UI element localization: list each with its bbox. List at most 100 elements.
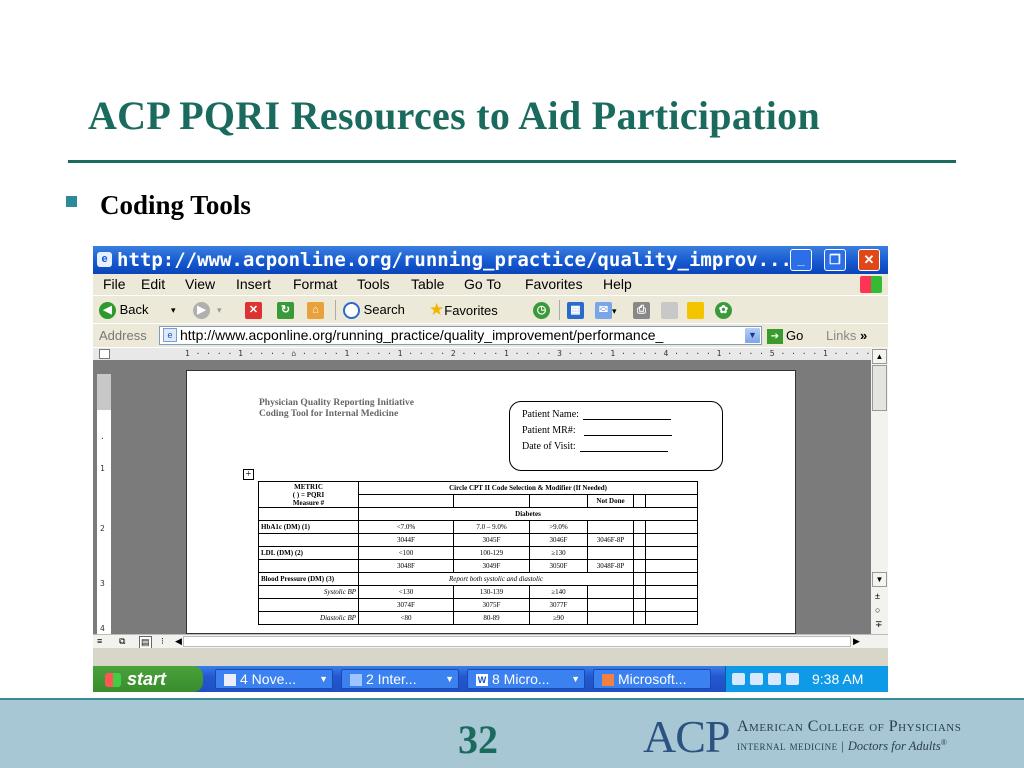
table-cell: 3050F — [529, 559, 588, 573]
normal-view-icon[interactable]: ≡ — [97, 636, 102, 646]
go-arrow-icon: ➔ — [767, 329, 783, 345]
page-icon: e — [163, 328, 177, 342]
go-button[interactable]: ➔ Go — [767, 328, 803, 345]
table-cell: 3046F-8P — [587, 533, 634, 547]
favorites-button[interactable]: ★Favorites — [429, 300, 498, 320]
taskbar-item-powerpoint[interactable]: Microsoft... — [593, 669, 711, 689]
close-button[interactable]: ✕ — [858, 249, 880, 271]
menu-file[interactable]: File — [103, 276, 126, 292]
ldl-label: LDL (DM) (2) — [258, 546, 359, 560]
menu-edit[interactable]: Edit — [141, 276, 165, 292]
scroll-thumb[interactable] — [872, 365, 887, 411]
document-area: · 1 2 3 4 Physician Quality Reporting In… — [93, 360, 871, 634]
home-button[interactable]: ⌂ — [307, 300, 324, 320]
refresh-button[interactable]: ↻ — [277, 300, 294, 320]
task-label: Microsoft... — [618, 671, 687, 687]
menu-view[interactable]: View — [185, 276, 215, 292]
scroll-down-button[interactable]: ▼ — [872, 572, 887, 587]
powerpoint-icon — [602, 674, 614, 687]
discuss-button[interactable] — [687, 300, 704, 320]
links-button[interactable]: Links » — [826, 328, 867, 343]
outline-view-icon[interactable]: ⁝ — [161, 636, 164, 647]
document-page[interactable]: Physician Quality Reporting Initiative C… — [186, 370, 796, 634]
menu-table[interactable]: Table — [411, 276, 444, 292]
back-button[interactable]: ◀ Back — [99, 300, 149, 320]
menu-format[interactable]: Format — [293, 276, 337, 292]
horizontal-scrollbar[interactable] — [183, 636, 851, 647]
history-button[interactable]: ◷ — [533, 300, 550, 320]
table-cell: 3048F-8P — [587, 559, 634, 573]
print-button[interactable]: ⎙ — [633, 300, 650, 320]
patient-mr-label: Patient MR#: — [522, 425, 576, 436]
tray-icon[interactable] — [732, 673, 745, 685]
taskbar-item-folders[interactable]: 4 Nove... ▼ — [215, 669, 333, 689]
tab-selector[interactable] — [99, 349, 110, 359]
clock[interactable]: 9:38 AM — [812, 666, 863, 692]
coding-table: METRIC( ) = PQRI Measure # Circle CPT II … — [258, 481, 698, 625]
scroll-right-button[interactable]: ▶ — [853, 636, 860, 647]
tray-icon[interactable] — [750, 673, 763, 685]
mail-button[interactable]: ✉ ▾ — [595, 300, 617, 320]
acp-logo: ACP — [643, 711, 730, 762]
ruler-marks: 1 · · · · 1 · · · · ⌂ · · · · 1 · · · · … — [185, 349, 888, 358]
select-browse-object-icon[interactable]: ○ — [875, 605, 880, 615]
search-button[interactable]: Search — [343, 300, 405, 320]
acp-tagline: internal medicine | Doctors for Adults® — [737, 738, 947, 754]
slide-title: ACP PQRI Resources to Aid Participation — [88, 93, 821, 138]
tagline-separator: | — [841, 739, 845, 754]
prev-page-icon[interactable]: ± — [875, 591, 880, 601]
menu-favorites[interactable]: Favorites — [525, 276, 583, 292]
links-more-icon: » — [859, 328, 868, 343]
table-move-handle-icon[interactable]: + — [243, 469, 254, 480]
stop-button[interactable]: ✕ — [245, 300, 262, 320]
hba1c-label: HbA1c (DM) (1) — [258, 520, 359, 534]
media-button[interactable]: ▦ — [567, 300, 584, 320]
slide-footer: 32 ACP American College of Physicians in… — [0, 698, 1024, 768]
bullet-coding-tools: Coding Tools — [100, 190, 251, 220]
circle-cpt-header: Circle CPT II Code Selection & Modifier … — [358, 481, 698, 495]
restore-button[interactable]: ❐ — [824, 249, 846, 271]
edit-button[interactable] — [661, 300, 678, 320]
taskbar-item-word[interactable]: W8 Micro... ▼ — [467, 669, 585, 689]
scroll-up-button[interactable]: ▲ — [872, 349, 887, 364]
address-field[interactable]: e http://www.acponline.org/running_pract… — [159, 326, 762, 345]
search-icon — [343, 302, 360, 320]
search-label: Search — [363, 302, 405, 317]
registered-mark: ® — [940, 738, 948, 747]
ie-icon — [350, 674, 362, 687]
minimize-button[interactable]: _ — [790, 249, 812, 271]
media-icon: ▦ — [567, 302, 584, 320]
vertical-scrollbar[interactable]: ▲ ▼ ± ○ ∓ — [871, 347, 888, 634]
not-done-header: Not Done — [587, 494, 634, 508]
web-layout-view-icon[interactable]: ⧉ — [119, 636, 125, 647]
menu-help[interactable]: Help — [603, 276, 632, 292]
menu-insert[interactable]: Insert — [236, 276, 271, 292]
table-cell: 3077F — [529, 598, 588, 612]
forward-button[interactable]: ▶ — [193, 300, 210, 320]
table-cell: 7.0 – 9.0% — [453, 520, 530, 534]
task-label: 2 Inter... — [366, 671, 417, 687]
messenger-button[interactable]: ✿ — [715, 300, 732, 320]
scroll-left-button[interactable]: ◀ — [175, 636, 182, 647]
word-icon: W — [476, 674, 488, 687]
next-page-icon[interactable]: ∓ — [875, 619, 883, 630]
back-label: Back — [119, 302, 149, 317]
acp-name: American College of Physicians — [737, 718, 962, 735]
edit-icon — [661, 302, 678, 320]
patient-name-label: Patient Name: — [522, 409, 579, 420]
tray-icon[interactable] — [786, 673, 799, 685]
table-cell: 3075F — [453, 598, 530, 612]
forward-dropdown[interactable]: ▾ — [217, 300, 222, 320]
back-dropdown[interactable]: ▾ — [171, 300, 176, 320]
title-divider — [68, 160, 956, 163]
table-cell: ≥90 — [529, 611, 588, 625]
start-button[interactable]: start — [93, 666, 203, 692]
address-bar: Address e http://www.acponline.org/runni… — [93, 323, 888, 347]
address-dropdown-button[interactable]: ▼ — [744, 327, 761, 344]
menu-tools[interactable]: Tools — [357, 276, 390, 292]
window-titlebar[interactable]: e http://www.acponline.org/running_pract… — [93, 246, 888, 274]
taskbar-item-internet[interactable]: 2 Inter... ▼ — [341, 669, 459, 689]
table-cell: 80-89 — [453, 611, 530, 625]
menu-goto[interactable]: Go To — [464, 276, 501, 292]
tray-icon[interactable] — [768, 673, 781, 685]
